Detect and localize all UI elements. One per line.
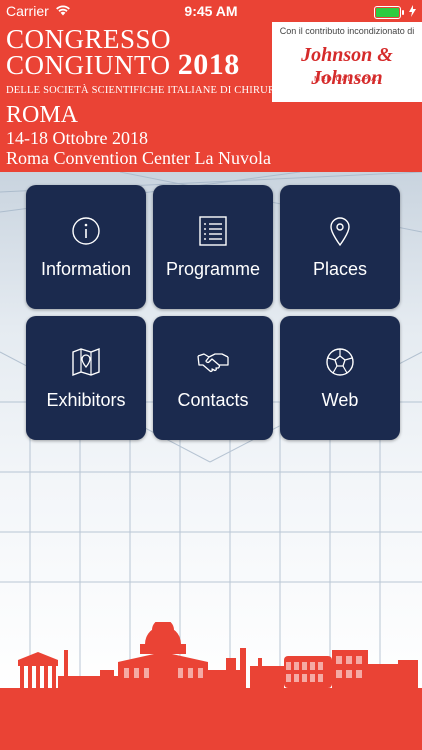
menu-tile-information[interactable]: Information xyxy=(26,185,146,309)
congress-title-line2-text: CONGIUNTO xyxy=(6,50,171,80)
menu-tile-label: Information xyxy=(40,259,132,279)
menu-tile-label: Exhibitors xyxy=(46,390,126,410)
menu-tile-places[interactable]: Places xyxy=(280,185,400,309)
menu-grid: Information Programme Places Exhibitors … xyxy=(26,185,400,440)
status-time: 9:45 AM xyxy=(184,3,238,19)
congress-year: 2018 xyxy=(177,48,240,81)
rome-skyline-illustration xyxy=(0,619,422,750)
list-icon xyxy=(199,215,227,247)
handshake-icon xyxy=(197,346,229,378)
congress-title-line2: CONGIUNTO 2018 xyxy=(6,50,266,80)
status-bar: Carrier 9:45 AM xyxy=(0,0,422,22)
menu-tile-exhibitors[interactable]: Exhibitors xyxy=(26,316,146,440)
menu-tile-label: Web xyxy=(321,390,359,410)
battery-icon xyxy=(374,5,404,19)
map-icon xyxy=(71,346,101,378)
status-right xyxy=(374,4,416,20)
info-icon xyxy=(71,215,101,247)
congress-title: CONGRESSO CONGIUNTO 2018 xyxy=(6,26,266,80)
menu-tile-programme[interactable]: Programme xyxy=(153,185,273,309)
sponsor-banner: Con il contributo incondizionato di John… xyxy=(272,22,422,102)
sponsor-division: MEDICAL S.P.A. xyxy=(314,76,380,83)
sponsor-note: Con il contributo incondizionato di xyxy=(279,26,415,36)
charging-icon xyxy=(409,4,416,20)
menu-tile-label: Programme xyxy=(165,259,261,279)
map-pin-icon xyxy=(329,215,351,247)
menu-tile-contacts[interactable]: Contacts xyxy=(153,316,273,440)
globe-icon xyxy=(325,346,355,378)
city-title: ROMA xyxy=(6,102,79,128)
menu-tile-label: Places xyxy=(312,259,368,279)
congress-subtitle: DELLE SOCIETÀ SCIENTIFICHE ITALIANE DI C… xyxy=(6,85,295,96)
congress-header: CONGRESSO CONGIUNTO 2018 DELLE SOCIETÀ S… xyxy=(0,22,422,172)
menu-tile-web[interactable]: Web xyxy=(280,316,400,440)
event-dates: 14-18 Ottobre 2018 xyxy=(6,128,148,148)
sponsor-logo: Johnson & Johnson xyxy=(301,44,393,89)
event-venue: Roma Convention Center La Nuvola xyxy=(6,148,271,168)
menu-tile-label: Contacts xyxy=(177,390,249,410)
